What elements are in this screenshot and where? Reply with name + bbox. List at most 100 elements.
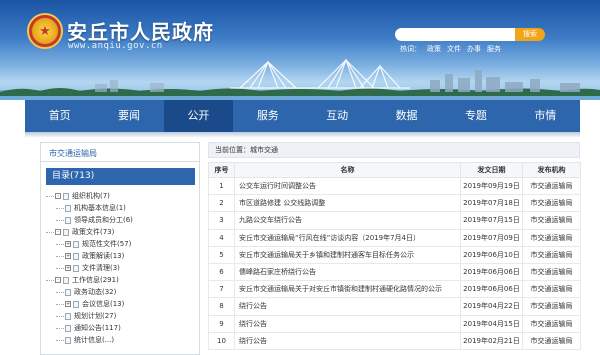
tree-node[interactable]: 政务动态(32) bbox=[46, 286, 195, 298]
tree-node[interactable]: + 文件清理(3) bbox=[46, 262, 195, 274]
document-icon bbox=[65, 288, 71, 296]
row-title-link[interactable]: 绕行公告 bbox=[234, 297, 461, 316]
search-input[interactable] bbox=[395, 28, 515, 41]
collapse-icon[interactable]: - bbox=[55, 193, 61, 199]
row-title-link[interactable]: 安丘市交通运输局“行风在线”访谈内容（2019年7月4日） bbox=[234, 228, 461, 247]
row-publisher: 市交通运输局 bbox=[522, 262, 581, 282]
tree-connector bbox=[56, 327, 64, 329]
folder-icon bbox=[73, 264, 79, 272]
tree-connector bbox=[56, 267, 64, 269]
row-title-link[interactable]: 绕行公告 bbox=[234, 331, 461, 350]
tree-node-label: 政策解读(13) bbox=[82, 252, 125, 260]
tree-node[interactable]: - 工作信息(291) bbox=[46, 274, 195, 286]
table-row: 4 安丘市交通运输局“行风在线”访谈内容（2019年7月4日） 2019年07月09… bbox=[208, 228, 581, 247]
document-icon bbox=[65, 324, 71, 332]
collapse-icon[interactable]: - bbox=[55, 277, 61, 283]
folder-icon bbox=[73, 252, 79, 260]
divider bbox=[41, 161, 199, 162]
tree-connector bbox=[56, 207, 64, 209]
row-date: 2019年07月18日 bbox=[460, 194, 523, 213]
row-publisher: 市交通运输局 bbox=[522, 211, 581, 230]
content-panel: 当前位置：城市交通 序号 名称 发文日期 发布机构 1 公交车运行时间调整公告 20… bbox=[208, 142, 581, 355]
row-date: 2019年02月21日 bbox=[460, 331, 523, 350]
nav-item-services[interactable]: 服务 bbox=[233, 100, 302, 132]
tree-node[interactable]: + 会议信息(13) bbox=[46, 298, 195, 310]
tree-node-label: 统计信息(...) bbox=[74, 336, 115, 344]
tree-node[interactable]: - 组织机构(7) bbox=[46, 190, 195, 202]
folder-icon bbox=[73, 300, 79, 308]
tree-node[interactable]: + 政策解读(13) bbox=[46, 250, 195, 262]
department-title[interactable]: 市交通运输局 bbox=[49, 148, 97, 159]
tree-node-label: 政务动态(32) bbox=[74, 288, 117, 296]
row-date: 2019年06月06日 bbox=[460, 262, 523, 282]
tree-node-label: 领导成员和分工(6) bbox=[74, 216, 133, 224]
expand-icon[interactable]: + bbox=[65, 253, 71, 259]
tree-node-label: 工作信息(291) bbox=[72, 276, 119, 284]
row-title-link[interactable]: 公交车运行时间调整公告 bbox=[234, 176, 461, 196]
tree-connector bbox=[56, 315, 64, 317]
nav-item-news[interactable]: 要闻 bbox=[94, 100, 163, 132]
row-title-link[interactable]: 九路公交车绕行公告 bbox=[234, 211, 461, 230]
tree-node[interactable]: + 规范性文件(57) bbox=[46, 238, 195, 250]
nav-item-home[interactable]: 首页 bbox=[25, 100, 94, 132]
row-index: 1 bbox=[208, 176, 235, 196]
tree-connector bbox=[56, 291, 64, 293]
row-title-link[interactable]: 绕行公告 bbox=[234, 314, 461, 333]
search-button[interactable]: 搜索 bbox=[515, 28, 545, 41]
expand-icon[interactable]: + bbox=[65, 301, 71, 307]
row-title-link[interactable]: 安丘市交通运输局关于对安丘市镇街和建制村通硬化路情况的公示 bbox=[234, 280, 461, 299]
row-title-link[interactable]: 儒峰路石家庄桥绕行公告 bbox=[234, 262, 461, 282]
header-banner: ★ 安丘市人民政府 www.anqiu.gov.cn 搜索 热词： 政策 文件 办事服… bbox=[0, 0, 600, 100]
tree-node[interactable]: 通知公告(117) bbox=[46, 322, 195, 334]
table-row: 10 绕行公告 2019年02月21日 市交通运输局 bbox=[208, 331, 581, 350]
tree-node[interactable]: - 政策文件(73) bbox=[46, 226, 195, 238]
row-index: 3 bbox=[208, 211, 235, 230]
breadcrumb: 当前位置：城市交通 bbox=[208, 142, 580, 158]
hot-word-link[interactable]: 文件 bbox=[447, 45, 461, 53]
tree-node-label: 规范性文件(57) bbox=[82, 240, 132, 248]
nav-item-data[interactable]: 数据 bbox=[372, 100, 441, 132]
hot-words: 热词： 政策 文件 办事 服务 bbox=[400, 44, 507, 54]
tree-node[interactable]: 统计信息(...) bbox=[46, 334, 195, 346]
row-date: 2019年04月15日 bbox=[460, 314, 523, 333]
row-index: 10 bbox=[208, 331, 235, 350]
hot-word-link[interactable]: 服务 bbox=[487, 45, 501, 53]
tree-connector bbox=[46, 231, 54, 233]
table-row: 6 儒峰路石家庄桥绕行公告 2019年06月06日 市交通运输局 bbox=[208, 262, 581, 282]
nav-item-interaction[interactable]: 互动 bbox=[303, 100, 372, 132]
row-index: 4 bbox=[208, 228, 235, 247]
document-icon bbox=[65, 204, 71, 212]
tree-node[interactable]: 机构基本信息(1) bbox=[46, 202, 195, 214]
row-publisher: 市交通运输局 bbox=[522, 194, 581, 213]
row-title-link[interactable]: 市区道路修建 公交线路调整 bbox=[234, 194, 461, 213]
expand-icon[interactable]: + bbox=[65, 241, 71, 247]
table-row: 7 安丘市交通运输局关于对安丘市镇街和建制村通硬化路情况的公示 2019年06月06… bbox=[208, 280, 581, 299]
row-index: 6 bbox=[208, 262, 235, 282]
site-url: www.anqiu.gov.cn bbox=[68, 41, 163, 51]
row-publisher: 市交通运输局 bbox=[522, 245, 581, 264]
row-date: 2019年09月19日 bbox=[460, 176, 523, 196]
table-row: 9 绕行公告 2019年04月15日 市交通运输局 bbox=[208, 314, 581, 333]
folder-icon bbox=[63, 228, 69, 236]
table-row: 5 安丘市交通运输局关于乡镇和建制村通客车目标任务公示 2019年06月10日 市交通… bbox=[208, 245, 581, 264]
row-publisher: 市交通运输局 bbox=[522, 228, 581, 247]
column-header: 序号 bbox=[208, 162, 235, 178]
tree-node[interactable]: 领导成员和分工(6) bbox=[46, 214, 195, 226]
nav-item-topics[interactable]: 专题 bbox=[441, 100, 510, 132]
nav-item-city-info[interactable]: 市情 bbox=[511, 100, 580, 132]
hot-word-link[interactable]: 办事 bbox=[467, 45, 481, 53]
nav-item-public[interactable]: 公开 bbox=[163, 100, 234, 132]
tree-node[interactable]: 规划计划(27) bbox=[46, 310, 195, 322]
directory-header[interactable]: 目录(713) bbox=[46, 168, 195, 185]
row-index: 7 bbox=[208, 280, 235, 299]
document-table: 序号 名称 发文日期 发布机构 1 公交车运行时间调整公告 2019年09月19日市… bbox=[208, 162, 581, 350]
row-date: 2019年06月06日 bbox=[460, 280, 523, 299]
expand-icon[interactable]: + bbox=[65, 265, 71, 271]
row-title-link[interactable]: 安丘市交通运输局关于乡镇和建制村通客车目标任务公示 bbox=[234, 245, 461, 264]
collapse-icon[interactable]: - bbox=[55, 229, 61, 235]
document-icon bbox=[65, 216, 71, 224]
row-publisher: 市交通运输局 bbox=[522, 176, 581, 196]
hot-word-link[interactable]: 政策 bbox=[427, 45, 441, 53]
tree-connector bbox=[46, 195, 54, 197]
table-row: 3 九路公交车绕行公告 2019年07月15日 市交通运输局 bbox=[208, 211, 581, 230]
